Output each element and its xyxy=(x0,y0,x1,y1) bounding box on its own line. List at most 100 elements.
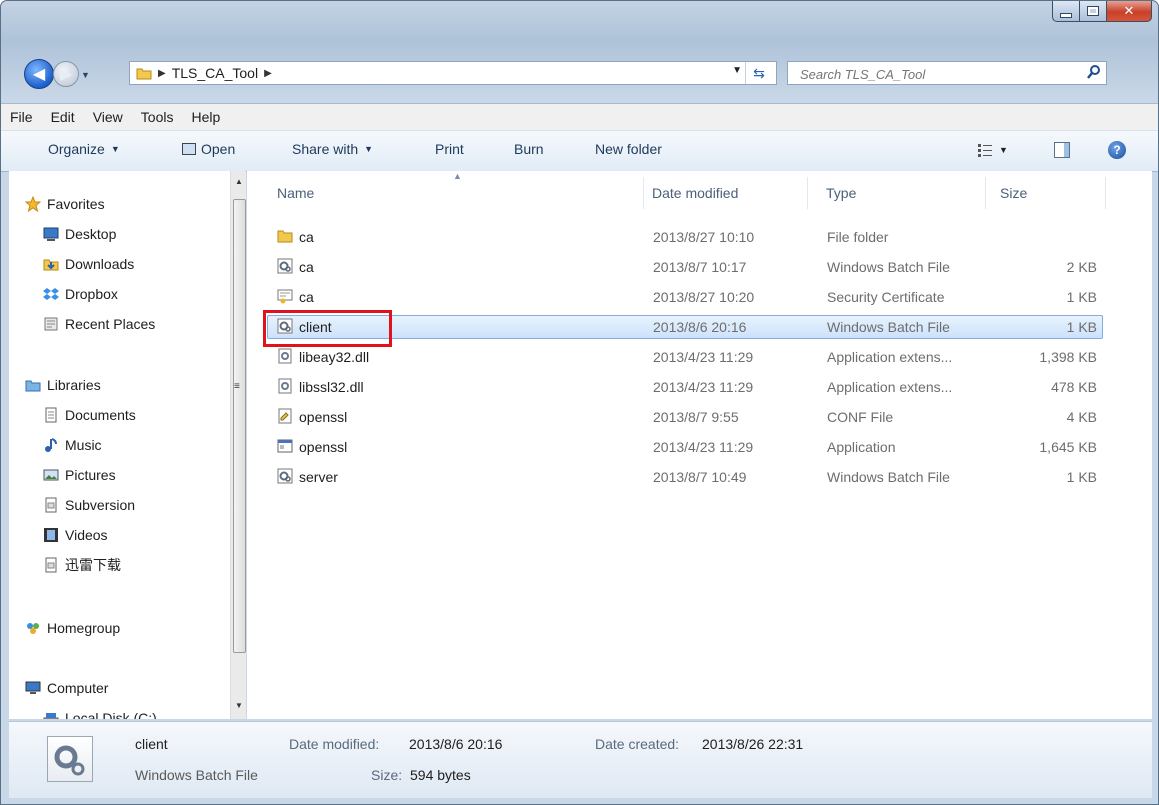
search-input[interactable] xyxy=(798,63,1082,85)
nav-xunlei-downloads[interactable]: 迅雷下载 xyxy=(43,554,121,576)
new-folder-button[interactable]: New folder xyxy=(595,141,662,157)
file-size: 478 KB xyxy=(1051,379,1097,395)
scroll-up-icon[interactable]: ▲ xyxy=(235,177,243,186)
dropbox-icon xyxy=(43,288,59,300)
change-view-icon[interactable] xyxy=(978,143,992,157)
file-row[interactable]: openssl 2013/4/23 11:29 Application 1,64… xyxy=(267,435,1103,459)
back-arrow-icon: ◀ xyxy=(32,66,46,83)
address-dropdown-icon[interactable]: ▼ xyxy=(732,65,742,76)
print-button[interactable]: Print xyxy=(435,141,464,157)
details-date-created: 2013/8/26 22:31 xyxy=(702,736,804,752)
file-date: 2013/4/23 11:29 xyxy=(653,349,754,365)
file-size: 1,398 KB xyxy=(1039,349,1097,365)
help-icon[interactable]: ? xyxy=(1108,141,1126,159)
organize-label: Organize xyxy=(48,141,105,157)
documents-icon xyxy=(45,407,57,423)
scrollbar-thumb[interactable] xyxy=(233,199,246,653)
menu-tools[interactable]: Tools xyxy=(132,109,183,125)
burn-button[interactable]: Burn xyxy=(514,141,544,157)
file-date: 2013/8/27 10:10 xyxy=(653,229,755,245)
file-date: 2013/8/7 10:17 xyxy=(653,259,747,275)
refresh-button[interactable]: ⇆ xyxy=(745,62,772,84)
file-type: Security Certificate xyxy=(827,289,945,305)
nav-homegroup[interactable]: Homegroup xyxy=(25,617,120,639)
nav-downloads[interactable]: Downloads xyxy=(43,253,134,275)
print-label: Print xyxy=(435,141,464,157)
minimize-icon xyxy=(1060,12,1072,18)
column-header-date-modified[interactable]: Date modified xyxy=(652,185,738,201)
file-row[interactable]: ca 2013/8/27 10:20 Security Certificate … xyxy=(267,285,1103,309)
nav-music[interactable]: Music xyxy=(43,434,102,456)
desktop-icon xyxy=(43,227,59,241)
file-date: 2013/8/6 20:16 xyxy=(653,319,747,335)
close-button[interactable]: ✕ xyxy=(1107,1,1152,22)
nav-local-disk-c[interactable]: Local Disk (C:) xyxy=(43,707,157,719)
column-header-type[interactable]: Type xyxy=(826,185,856,201)
command-bar: Organize ▼ Open Share with ▼ Print Burn Ne… xyxy=(1,130,1158,172)
back-button[interactable]: ◀ xyxy=(24,59,54,89)
search-icon[interactable] xyxy=(1086,64,1102,80)
pictures-icon xyxy=(43,469,59,481)
file-row[interactable]: libeay32.dll 2013/4/23 11:29 Application… xyxy=(267,345,1103,369)
nav-videos[interactable]: Videos xyxy=(43,524,108,546)
file-size: 1,645 KB xyxy=(1039,439,1097,455)
libraries-icon xyxy=(25,380,41,392)
sort-ascending-icon: ▲ xyxy=(453,171,462,181)
address-bar[interactable]: ▶ TLS_CA_Tool ▶ ▼ ⇆ xyxy=(129,61,777,85)
nav-favorites[interactable]: Favorites xyxy=(25,193,105,215)
file-row-selected[interactable]: client 2013/8/6 20:16 Windows Batch File… xyxy=(267,315,1103,339)
burn-label: Burn xyxy=(514,141,544,157)
nav-label: Pictures xyxy=(65,467,116,483)
file-row[interactable]: libssl32.dll 2013/4/23 11:29 Application… xyxy=(267,375,1103,399)
nav-subversion[interactable]: Subversion xyxy=(43,494,135,516)
forward-button[interactable]: ▶ xyxy=(53,61,79,87)
share-with-button[interactable]: Share with ▼ xyxy=(292,141,373,157)
nav-computer[interactable]: Computer xyxy=(25,677,108,699)
homegroup-icon xyxy=(27,623,39,634)
scroll-down-icon[interactable]: ▼ xyxy=(235,701,243,710)
recent-places-icon xyxy=(44,317,58,331)
menu-edit[interactable]: Edit xyxy=(42,109,84,125)
menu-help[interactable]: Help xyxy=(182,109,229,125)
maximize-button[interactable] xyxy=(1080,1,1107,22)
star-icon xyxy=(25,196,41,212)
search-box[interactable] xyxy=(787,61,1107,85)
nav-pictures[interactable]: Pictures xyxy=(43,464,116,486)
file-size: 1 KB xyxy=(1066,319,1097,335)
nav-documents[interactable]: Documents xyxy=(43,404,136,426)
nav-dropbox[interactable]: Dropbox xyxy=(43,283,118,305)
file-row[interactable]: ca 2013/8/27 10:10 File folder xyxy=(267,225,1103,249)
batch-file-icon xyxy=(277,468,293,484)
preview-pane-icon[interactable] xyxy=(1054,142,1070,158)
file-row[interactable]: server 2013/8/7 10:49 Windows Batch File… xyxy=(267,465,1103,489)
batch-file-icon xyxy=(277,258,293,274)
nav-label: Downloads xyxy=(65,256,135,272)
organize-button[interactable]: Organize ▼ xyxy=(48,141,120,157)
nav-label: Libraries xyxy=(47,377,101,393)
breadcrumb-separator-icon[interactable]: ▶ xyxy=(158,68,166,79)
navigation-pane: Favorites Desktop Downloads Dropbox Rece… xyxy=(9,171,246,719)
minimize-button[interactable] xyxy=(1052,1,1080,22)
file-row[interactable]: openssl 2013/8/7 9:55 CONF File 4 KB xyxy=(267,405,1103,429)
new-folder-label: New folder xyxy=(595,141,662,157)
menu-file[interactable]: File xyxy=(1,109,42,125)
menu-view[interactable]: View xyxy=(84,109,132,125)
explorer-window: ✕ ◀ ▶ ▼ ▶ TLS_CA_Tool ▶ ▼ ⇆ File Edit Vi… xyxy=(0,0,1159,805)
breadcrumb-folder[interactable]: TLS_CA_Tool xyxy=(172,65,258,81)
file-name: libssl32.dll xyxy=(299,379,364,395)
nav-libraries[interactable]: Libraries xyxy=(25,374,101,396)
file-row[interactable]: ca 2013/8/7 10:17 Windows Batch File 2 K… xyxy=(267,255,1103,279)
maximize-icon xyxy=(1087,6,1099,16)
open-button[interactable]: Open xyxy=(182,141,235,157)
column-header-name[interactable]: Name xyxy=(277,185,314,201)
nav-recent-places[interactable]: Recent Places xyxy=(43,313,155,335)
recent-pages-dropdown[interactable]: ▼ xyxy=(81,70,90,80)
view-options-dropdown-icon[interactable]: ▼ xyxy=(999,145,1008,155)
nav-desktop[interactable]: Desktop xyxy=(43,223,116,245)
breadcrumb-separator-icon[interactable]: ▶ xyxy=(264,68,272,79)
details-date-modified-label: Date modified: xyxy=(289,736,380,752)
column-header-size[interactable]: Size xyxy=(1000,185,1027,201)
file-size: 1 KB xyxy=(1066,469,1097,485)
file-type: CONF File xyxy=(827,409,894,425)
nav-scrollbar[interactable]: ▲ ≡ ▼ xyxy=(230,171,246,719)
